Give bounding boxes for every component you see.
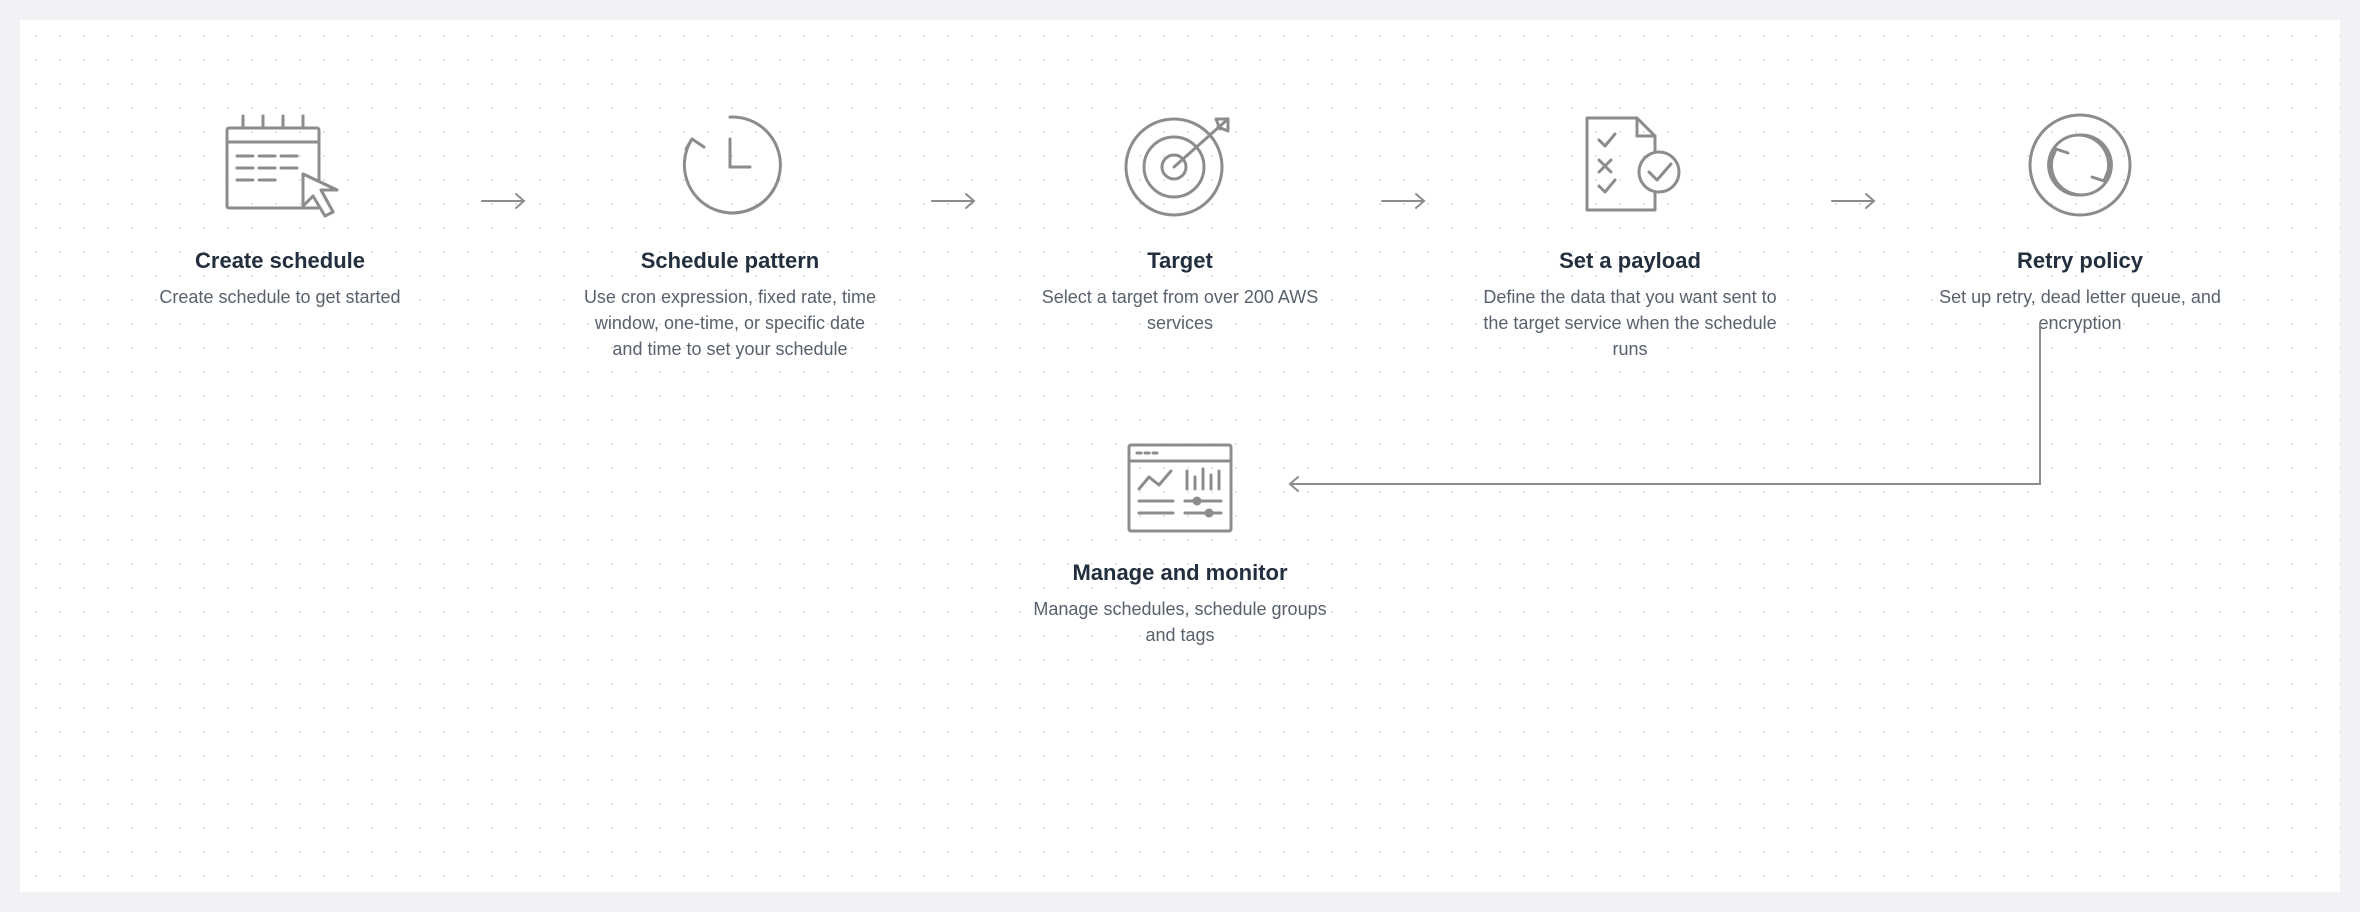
target-arrow-icon (1120, 110, 1240, 220)
step-manage-monitor: Manage and monitor Manage schedules, sch… (1020, 438, 1340, 648)
step-title: Manage and monitor (1072, 560, 1287, 586)
step-retry-policy: Retry policy Set up retry, dead letter q… (1920, 110, 2240, 336)
step-desc: Set up retry, dead letter queue, and enc… (1930, 284, 2230, 336)
diagram-row-1: Create schedule Create schedule to get s… (120, 110, 2240, 362)
step-create-schedule: Create schedule Create schedule to get s… (120, 110, 440, 310)
step-schedule-pattern: Schedule pattern Use cron expression, fi… (570, 110, 890, 362)
step-desc: Manage schedules, schedule groups and ta… (1030, 596, 1330, 648)
arrow-icon (925, 146, 985, 256)
arrow-icon (475, 146, 535, 256)
step-desc: Create schedule to get started (159, 284, 400, 310)
arrow-icon (1825, 146, 1885, 256)
step-set-payload: Set a payload Define the data that you w… (1470, 110, 1790, 362)
step-title: Set a payload (1559, 248, 1701, 274)
diagram-canvas: Create schedule Create schedule to get s… (20, 20, 2340, 892)
step-title: Retry policy (2017, 248, 2143, 274)
document-check-icon (1575, 110, 1685, 220)
dashboard-icon (1125, 438, 1235, 538)
step-title: Schedule pattern (641, 248, 819, 274)
calendar-cursor-icon (221, 110, 339, 220)
step-target: Target Select a target from over 200 AWS… (1020, 110, 1340, 336)
clock-cycle-icon (676, 110, 784, 220)
step-desc: Use cron expression, fixed rate, time wi… (580, 284, 880, 362)
refresh-cycle-icon (2026, 110, 2134, 220)
step-desc: Select a target from over 200 AWS servic… (1030, 284, 1330, 336)
arrow-icon (1375, 146, 1435, 256)
step-desc: Define the data that you want sent to th… (1480, 284, 1780, 362)
step-title: Target (1147, 248, 1213, 274)
step-title: Create schedule (195, 248, 365, 274)
